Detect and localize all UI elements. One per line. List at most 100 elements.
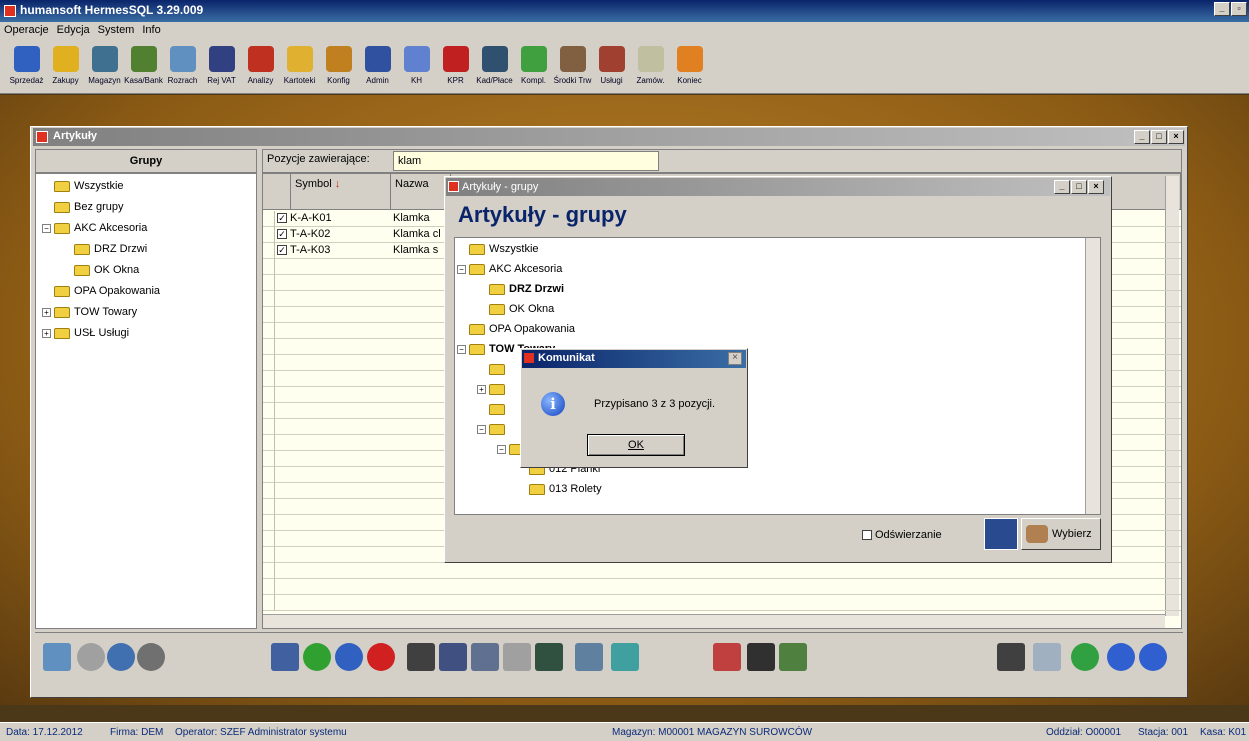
delete-article-icon[interactable]	[367, 643, 395, 671]
dialog-close-button[interactable]: ×	[1088, 180, 1104, 194]
add-article-icon[interactable]	[303, 643, 331, 671]
tree-item[interactable]: DRZ Drzwi	[62, 241, 147, 257]
edit-article-icon[interactable]	[335, 643, 363, 671]
menu-item[interactable]: Info	[142, 24, 160, 36]
toolbar-button[interactable]: Kasa/Bank	[124, 46, 163, 93]
toolbar-button[interactable]: Konfig	[320, 46, 357, 93]
symbol-cell[interactable]: ✓ T-A-K02	[275, 227, 391, 243]
pages-icon[interactable]	[1033, 643, 1061, 671]
menu-item[interactable]: System	[98, 24, 135, 36]
tree-item[interactable]: 013 Rolety	[517, 481, 602, 497]
name-cell[interactable]: Klamka s	[391, 243, 451, 259]
select-button[interactable]: Wybierz	[1021, 518, 1101, 550]
refresh-checkbox[interactable]	[862, 530, 872, 540]
tree-item[interactable]	[477, 401, 509, 417]
tree-view-icon[interactable]	[779, 643, 807, 671]
name-cell[interactable]: Klamka	[391, 211, 451, 227]
toolbar-button[interactable]: Usługi	[593, 46, 630, 93]
refresh-option[interactable]: Odświerzanie	[862, 529, 942, 541]
previous-icon[interactable]	[1107, 643, 1135, 671]
refresh-icon[interactable]	[1071, 643, 1099, 671]
toolbar-button[interactable]: Kartoteki	[281, 46, 318, 93]
expander-icon[interactable]: −	[457, 344, 466, 354]
tree-item[interactable]: + USŁ Usługi	[42, 325, 129, 341]
group-tree-icon[interactable]	[575, 643, 603, 671]
price-tag-icon[interactable]	[503, 643, 531, 671]
dialog-maximize-button[interactable]: □	[1071, 180, 1087, 194]
edit-group-icon[interactable]	[107, 643, 135, 671]
dialog-tree-scrollbar[interactable]	[1085, 238, 1100, 514]
groups-tree[interactable]: Wszystkie Bez grupy − AKC Akcesoria DRZ Drzw…	[35, 173, 257, 629]
barcode-design-icon[interactable]	[747, 643, 775, 671]
toolbar-button[interactable]: Sprzedaż	[8, 46, 45, 93]
articles-minimize-button[interactable]: _	[1134, 130, 1150, 144]
table-row[interactable]	[263, 579, 1181, 595]
toolbar-button[interactable]: Admin	[359, 46, 396, 93]
toolbar-button[interactable]: KH	[398, 46, 435, 93]
toolbar-button[interactable]: Koniec	[671, 46, 708, 93]
toolbar-button[interactable]: KPR	[437, 46, 474, 93]
table-row[interactable]	[263, 595, 1181, 611]
menu-item[interactable]: Operacje	[4, 24, 49, 36]
expander-icon[interactable]: −	[477, 424, 486, 434]
toolbar-button[interactable]: Kad/Płace	[476, 46, 513, 93]
symbol-cell[interactable]: ✓ K-A-K01	[275, 211, 391, 227]
message-close-button[interactable]: ×	[728, 352, 742, 365]
handshake-icon[interactable]	[439, 643, 467, 671]
symbol-cell[interactable]: ✓ T-A-K03	[275, 243, 391, 259]
expander-icon[interactable]: −	[42, 223, 51, 233]
menu-item[interactable]: Edycja	[57, 24, 90, 36]
tree-item[interactable]: +	[477, 381, 509, 397]
delete-group-icon[interactable]	[137, 643, 165, 671]
name-cell[interactable]: Klamka cl	[391, 227, 451, 243]
toolbar-button[interactable]: Zamów.	[632, 46, 669, 93]
tree-item[interactable]: − AKC Akcesoria	[457, 261, 562, 277]
expander-icon[interactable]: −	[457, 264, 466, 274]
copy-icon[interactable]	[611, 643, 639, 671]
toolbar-button[interactable]: Rej VAT	[203, 46, 240, 93]
grid-horizontal-scrollbar[interactable]	[263, 614, 1165, 628]
tree-item[interactable]: OK Okna	[62, 262, 139, 278]
add-group-icon[interactable]	[77, 643, 105, 671]
toolbar-button[interactable]: Magazyn	[86, 46, 123, 93]
tree-item[interactable]: + TOW Towary	[42, 304, 137, 320]
tree-item[interactable]: OPA Opakowania	[457, 321, 575, 337]
dialog-minimize-button[interactable]: _	[1054, 180, 1070, 194]
export-icon[interactable]	[271, 643, 299, 671]
tree-item[interactable]: −	[477, 421, 509, 437]
row-checkbox[interactable]: ✓	[277, 245, 287, 255]
minimize-button[interactable]: _	[1214, 2, 1230, 16]
restore-button[interactable]: ▫	[1231, 2, 1247, 16]
column-header-name[interactable]: Nazwa	[391, 174, 451, 210]
tree-item[interactable]: OK Okna	[477, 301, 554, 317]
expander-icon[interactable]: −	[497, 444, 506, 454]
articles-close-button[interactable]: ×	[1168, 130, 1184, 144]
next-icon[interactable]	[1139, 643, 1167, 671]
tree-item[interactable]: OPA Opakowania	[42, 283, 160, 299]
calculator-icon[interactable]	[471, 643, 499, 671]
warehouse-icon[interactable]	[713, 643, 741, 671]
print-icon[interactable]	[407, 643, 435, 671]
expander-icon[interactable]: +	[42, 328, 51, 338]
row-checkbox[interactable]: ✓	[277, 213, 287, 223]
toolbar-button[interactable]: Środki Trw	[554, 46, 591, 93]
tree-item[interactable]: Bez grupy	[42, 199, 124, 215]
tree-item[interactable]: Wszystkie	[457, 241, 539, 257]
tree-item[interactable]: DRZ Drzwi	[477, 281, 564, 297]
tree-item[interactable]	[477, 361, 509, 377]
row-checkbox[interactable]: ✓	[277, 229, 287, 239]
excel-icon[interactable]	[535, 643, 563, 671]
search-input[interactable]	[393, 151, 659, 171]
toolbar-button[interactable]: Analizy	[242, 46, 279, 93]
save-icon[interactable]	[997, 643, 1025, 671]
assign-group-icon[interactable]	[43, 643, 71, 671]
toolbar-button[interactable]: Zakupy	[47, 46, 84, 93]
toolbar-button[interactable]: Rozrach	[164, 46, 201, 93]
column-header-symbol[interactable]: Symbol ↓	[291, 174, 391, 210]
expander-icon[interactable]: +	[42, 307, 51, 317]
toolbar-button[interactable]: Kompl.	[515, 46, 552, 93]
expander-icon[interactable]: +	[477, 384, 486, 394]
sort-icon[interactable]: ↓	[335, 178, 341, 190]
articles-maximize-button[interactable]: □	[1151, 130, 1167, 144]
tree-item[interactable]: Wszystkie	[42, 178, 124, 194]
